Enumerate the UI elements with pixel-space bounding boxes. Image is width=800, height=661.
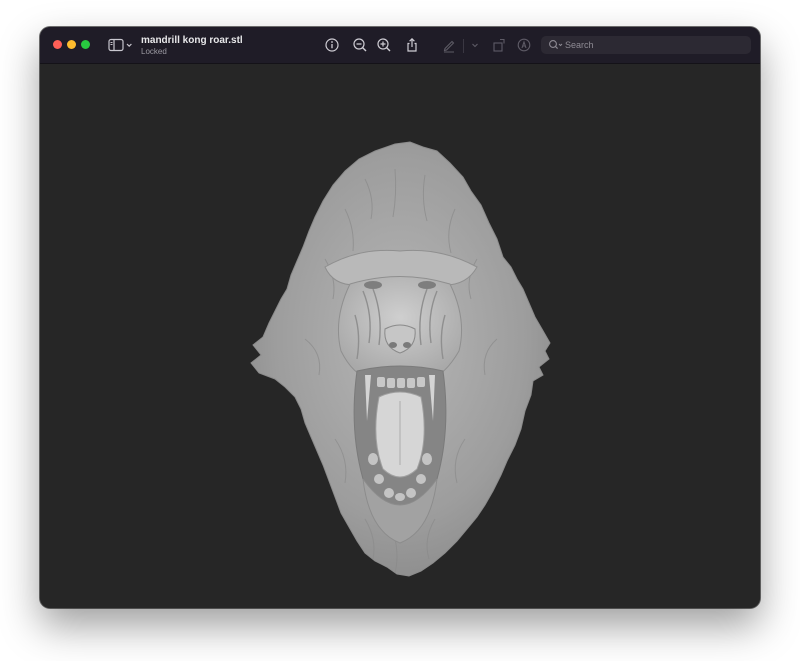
search-field[interactable] (541, 36, 751, 54)
chevron-down-icon (472, 43, 478, 48)
info-circle-icon (325, 38, 339, 52)
3d-model-mandrill-head[interactable] (245, 139, 555, 579)
minimize-button[interactable] (67, 40, 76, 49)
close-button[interactable] (53, 40, 62, 49)
zoom-button[interactable] (81, 40, 90, 49)
zoom-in-button[interactable] (376, 37, 392, 53)
annotate-circle-icon (517, 38, 531, 52)
zoom-out-button[interactable] (352, 37, 368, 53)
info-button[interactable] (324, 37, 340, 53)
pen-icon (443, 40, 455, 53)
document-title: mandrill kong roar.stl (141, 35, 243, 46)
annotate-button[interactable] (516, 37, 532, 53)
sidebar-toggle-button[interactable] (108, 38, 134, 52)
markup-button[interactable] (441, 37, 457, 53)
search-icon (549, 40, 563, 50)
rotate-icon (493, 38, 505, 52)
share-button[interactable] (404, 37, 420, 53)
title-bar[interactable]: mandrill kong roar.stl Locked (40, 27, 760, 64)
document-lock-status: Locked (141, 47, 167, 56)
zoom-out-icon (353, 38, 367, 52)
rotate-button[interactable] (491, 37, 507, 53)
markup-menu-button[interactable] (467, 37, 483, 53)
zoom-in-icon (377, 38, 391, 52)
search-input[interactable] (565, 36, 745, 54)
sidebar-icon (108, 38, 132, 52)
preview-window: mandrill kong roar.stl Locked (40, 27, 760, 608)
model-viewport[interactable] (40, 64, 760, 608)
share-icon (407, 37, 417, 52)
toolbar-divider (463, 39, 464, 53)
